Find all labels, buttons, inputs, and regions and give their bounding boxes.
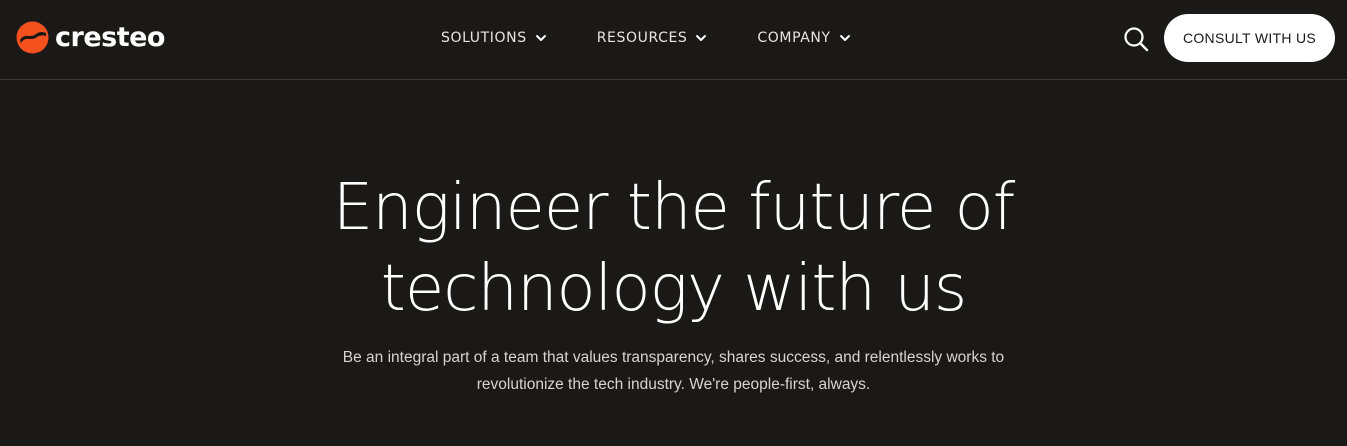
hero-title-line-2: technology with us [380,252,968,326]
nav-item-resources[interactable]: RESOURCES [597,28,708,48]
hero-subtitle: Be an integral part of a team that value… [300,344,1047,398]
nav-item-company[interactable]: COMPANY [757,28,850,48]
hero-subtitle-line-1: Be an integral part of a team that value… [342,349,1005,366]
search-icon[interactable] [1122,25,1150,53]
brand-logo[interactable]: cresteo [16,20,165,54]
chevron-down-icon [696,35,707,41]
nav-item-solutions[interactable]: SOLUTIONS [441,28,547,48]
main-nav: SOLUTIONS RESOURCES COMPANY [441,28,851,48]
hero-title: Engineer the future of technology with u… [0,168,1347,330]
logo-mark-icon [16,21,49,53]
nav-item-label: COMPANY [757,30,831,46]
nav-item-label: RESOURCES [596,30,688,46]
site-header: cresteo SOLUTIONS RESOURCES COMPANY CONS… [0,0,1347,80]
hero-subtitle-line-2: revolutionize the tech industry. We're p… [476,376,871,393]
consult-with-us-button[interactable]: CONSULT WITH US [1164,14,1335,62]
nav-item-label: SOLUTIONS [441,30,527,46]
hero-title-line-1: Engineer the future of [332,171,1016,245]
chevron-down-icon [535,35,546,41]
brand-name: cresteo [55,21,165,53]
chevron-down-icon [839,35,850,41]
